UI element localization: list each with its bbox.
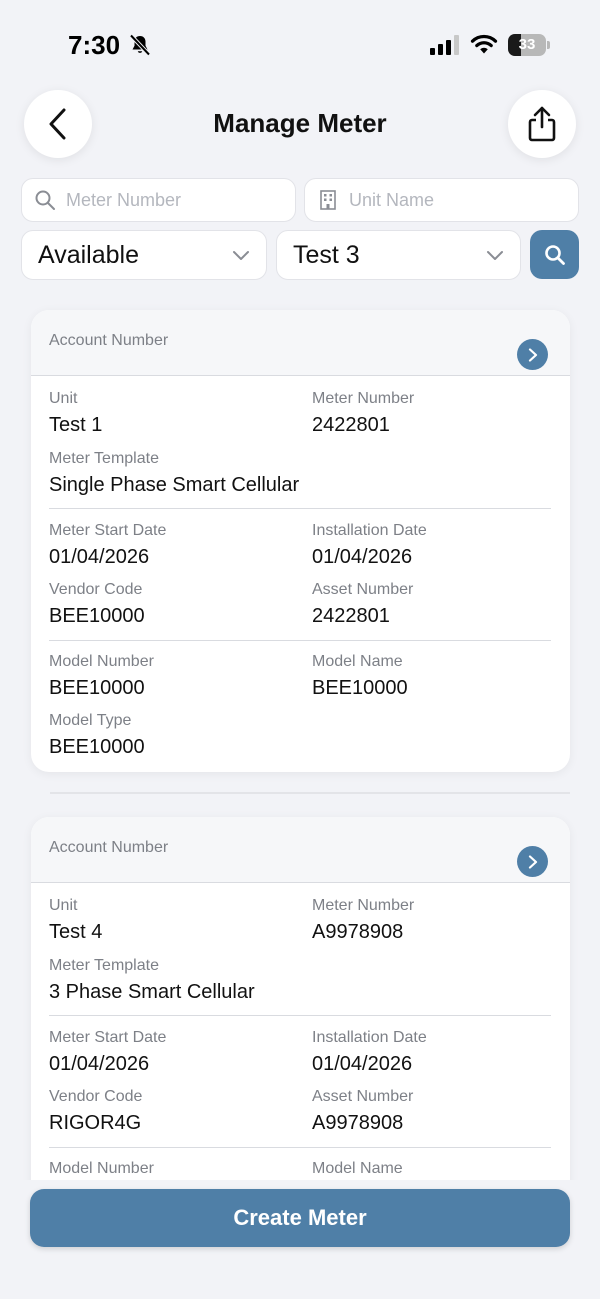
share-icon xyxy=(528,106,556,142)
search-icon xyxy=(35,190,55,210)
meter-number-value: A9978908 xyxy=(312,921,404,943)
vendor-code-value: BEE10000 xyxy=(49,605,145,627)
unit-value: Test 1 xyxy=(49,414,103,436)
status-time: 7:30 xyxy=(68,30,121,60)
account-details-button[interactable] xyxy=(517,339,548,370)
meter-card: Account Number Unit Meter Number Test 1 … xyxy=(31,310,570,772)
installation-date-value: 01/04/2026 xyxy=(312,546,413,568)
unit-name-search[interactable] xyxy=(304,178,579,222)
meter-number-label: Meter Number xyxy=(312,897,415,914)
model-type-value: BEE10000 xyxy=(49,736,145,758)
meter-number-label: Meter Number xyxy=(312,390,415,407)
divider xyxy=(49,1147,551,1148)
meter-template-value: 3 Phase Smart Cellular xyxy=(49,981,255,1003)
unit-label: Unit xyxy=(49,897,78,914)
asset-number-label: Asset Number xyxy=(312,1088,414,1105)
signal-icon xyxy=(430,35,459,55)
status-dropdown[interactable]: Available xyxy=(21,230,267,280)
unit-label: Unit xyxy=(49,390,78,407)
asset-number-value: A9978908 xyxy=(312,1112,404,1134)
search-icon xyxy=(544,244,565,265)
unit-value: Test 4 xyxy=(49,921,103,943)
meter-number-search[interactable] xyxy=(21,178,296,222)
model-type-label: Model Type xyxy=(49,712,132,729)
meter-template-value: Single Phase Smart Cellular xyxy=(49,474,300,496)
meter-number-value: 2422801 xyxy=(312,414,390,436)
card-header: Account Number xyxy=(31,817,570,883)
account-number-label: Account Number xyxy=(49,839,169,856)
card-separator xyxy=(50,792,570,794)
meter-template-label: Meter Template xyxy=(49,957,159,974)
status-bar: 7:30 33 xyxy=(0,0,600,90)
bell-off-icon xyxy=(129,34,151,56)
account-number-label: Account Number xyxy=(49,332,169,349)
vendor-code-label: Vendor Code xyxy=(49,581,143,598)
asset-number-value: 2422801 xyxy=(312,605,390,627)
battery-level: 33 xyxy=(518,36,536,53)
asset-number-label: Asset Number xyxy=(312,581,414,598)
model-number-label: Model Number xyxy=(49,653,154,670)
building-icon xyxy=(320,190,336,210)
chevron-down-icon xyxy=(487,251,503,260)
wifi-icon xyxy=(470,34,498,54)
meter-start-date-label: Meter Start Date xyxy=(49,1029,167,1046)
vendor-code-value: RIGOR4G xyxy=(49,1112,142,1134)
battery-icon: 33 xyxy=(508,34,550,56)
card-header: Account Number xyxy=(31,310,570,376)
share-button[interactable] xyxy=(508,90,576,158)
divider xyxy=(49,1015,551,1016)
search-button[interactable] xyxy=(530,230,579,279)
meter-number-input[interactable] xyxy=(66,189,295,211)
status-dropdown-value: Available xyxy=(38,240,140,269)
divider xyxy=(49,508,551,509)
unit-dropdown-value: Test 3 xyxy=(293,240,360,269)
model-number-value: BEE10000 xyxy=(49,677,145,699)
model-name-label: Model Name xyxy=(312,653,403,670)
meter-template-label: Meter Template xyxy=(49,450,159,467)
unit-dropdown[interactable]: Test 3 xyxy=(276,230,521,280)
meter-card: Account Number Unit Meter Number Test 4 … xyxy=(31,817,570,1180)
chevron-right-icon xyxy=(528,854,537,869)
create-meter-button[interactable]: Create Meter xyxy=(30,1189,570,1247)
chevron-down-icon xyxy=(233,251,249,260)
installation-date-label: Installation Date xyxy=(312,522,427,539)
chevron-right-icon xyxy=(528,347,537,362)
model-number-label: Model Number xyxy=(49,1160,154,1177)
divider xyxy=(49,640,551,641)
installation-date-label: Installation Date xyxy=(312,1029,427,1046)
vendor-code-label: Vendor Code xyxy=(49,1088,143,1105)
unit-name-input[interactable] xyxy=(349,189,578,211)
meter-start-date-label: Meter Start Date xyxy=(49,522,167,539)
installation-date-value: 01/04/2026 xyxy=(312,1053,413,1075)
meter-list[interactable]: Account Number Unit Meter Number Test 1 … xyxy=(0,300,600,1180)
meter-start-date-value: 01/04/2026 xyxy=(49,1053,150,1075)
meter-start-date-value: 01/04/2026 xyxy=(49,546,150,568)
model-name-value: BEE10000 xyxy=(312,677,408,699)
account-details-button[interactable] xyxy=(517,846,548,877)
model-name-label: Model Name xyxy=(312,1160,403,1177)
